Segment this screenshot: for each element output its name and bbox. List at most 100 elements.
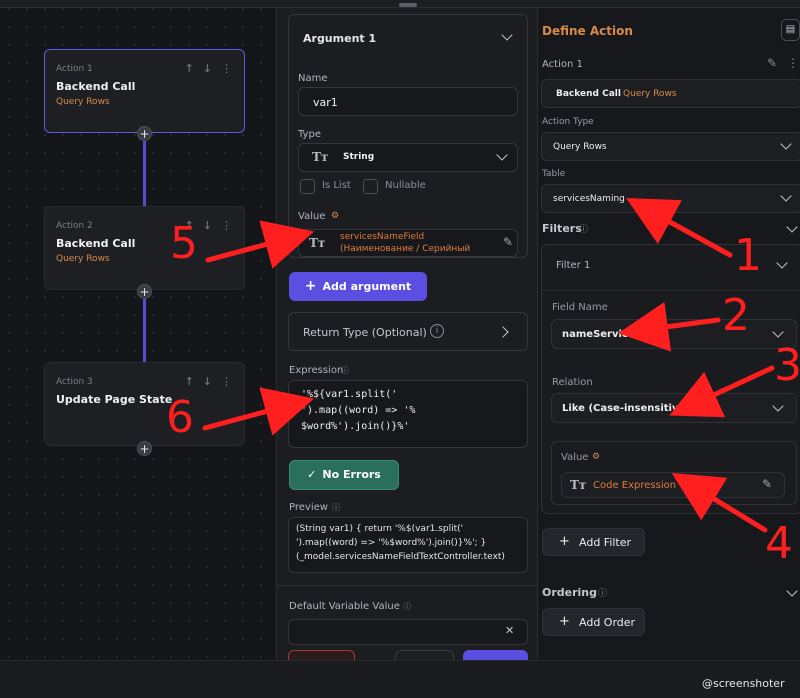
annotation-number-5: 5 — [170, 218, 198, 269]
flow-connector — [143, 299, 146, 363]
nullable-checkbox[interactable] — [363, 179, 378, 194]
return-type-label: Return Type (Optional) — [303, 326, 427, 339]
default-value-input[interactable]: ✕ — [288, 619, 528, 645]
return-type-row[interactable]: Return Type (Optional) i — [288, 312, 528, 351]
divider — [277, 585, 539, 586]
preview-line: (String var1) { return '%$(var1.split(' — [296, 524, 464, 534]
name-input[interactable]: var1 — [298, 87, 518, 116]
info-icon: ⓘ — [332, 503, 340, 512]
arrow-up-icon[interactable]: ↑ — [185, 375, 194, 388]
action-card-controls: ↑ ↓ ⋮ — [185, 62, 232, 75]
arrow-down-icon[interactable]: ↓ — [203, 219, 212, 232]
info-icon: i — [430, 324, 444, 338]
arrow-down-icon[interactable]: ↓ — [203, 375, 212, 388]
type-value: String — [343, 152, 375, 162]
action-type-select[interactable]: Query Rows — [541, 132, 800, 161]
info-icon: ⓘ — [403, 602, 411, 611]
chevron-down-icon[interactable] — [776, 257, 788, 269]
add-argument-label: Add argument — [322, 280, 412, 293]
plus-icon: + — [559, 614, 570, 629]
value-label: Value — [561, 452, 589, 463]
action-card-2[interactable]: Action 2 Backend Call Query Rows ↑ ↓ ⋮ — [44, 206, 245, 290]
watermark: @screenshoter — [702, 677, 785, 690]
add-node-button[interactable]: + — [137, 284, 152, 299]
plus-icon: + — [559, 534, 570, 549]
value-section: Value ⚙ Tт Code Expression ✎ — [551, 441, 797, 505]
action-value-accent: Query Rows — [623, 89, 677, 99]
chevron-down-icon — [496, 149, 508, 161]
more-vertical-icon[interactable]: ⋮ — [221, 62, 232, 75]
preview-box: (String var1) { return '%$(var1.split(' … — [288, 517, 528, 573]
type-select[interactable]: Tт String — [298, 143, 518, 172]
chevron-down-icon — [772, 400, 784, 412]
field-name-value: nameService — [562, 329, 635, 340]
document-icon[interactable]: ▤ — [781, 19, 800, 41]
chevron-down-icon[interactable] — [501, 29, 513, 41]
relation-select[interactable]: Like (Case-insensitive) — [551, 393, 797, 423]
flow-connector — [143, 141, 146, 207]
action-card-3[interactable]: Action 3 Update Page State ↑ ↓ ⋮ — [44, 362, 245, 446]
expression-editor[interactable]: '%${var1.split(' ').map((word) => '% $wo… — [288, 380, 528, 448]
action-card-controls: ↑ ↓ ⋮ — [185, 375, 232, 388]
value-line-2: (Наименование / Серийный — [340, 244, 471, 254]
edit-icon[interactable]: ✎ — [767, 56, 777, 70]
field-name-label: Field Name — [552, 302, 608, 313]
chevron-down-icon — [780, 138, 792, 150]
plus-icon: + — [304, 278, 317, 294]
drag-handle[interactable] — [399, 3, 417, 7]
preview-label: Preview — [289, 502, 328, 513]
info-icon: ⓘ — [579, 225, 589, 235]
chevron-down-icon — [772, 326, 784, 338]
edit-icon[interactable]: ✎ — [762, 477, 772, 491]
add-node-button[interactable]: + — [137, 441, 152, 456]
clear-icon[interactable]: ✕ — [505, 624, 514, 637]
variable-settings-icon[interactable]: ⚙ — [592, 452, 600, 462]
action-select[interactable]: Backend Call Query Rows — [541, 79, 800, 108]
table-select[interactable]: servicesNaming — [541, 184, 800, 213]
action-card-title: Update Page State — [56, 393, 173, 406]
info-icon: ⓘ — [341, 366, 349, 375]
text-type-icon: Tт — [312, 150, 329, 164]
panel-title: Define Action — [542, 24, 633, 38]
annotation-number-4: 4 — [765, 518, 793, 569]
argument-modal: Argument 1 Name var1 Type Tт String Is L… — [276, 3, 539, 698]
more-vertical-icon[interactable]: ⋮ — [787, 56, 799, 70]
field-name-select[interactable]: nameService — [551, 319, 797, 349]
default-value-label: Default Variable Value — [289, 601, 400, 612]
arrow-up-icon[interactable]: ↑ — [185, 62, 194, 75]
info-icon: ⓘ — [598, 589, 608, 599]
action-card-1[interactable]: Action 1 Backend Call Query Rows ↑ ↓ ⋮ — [44, 49, 245, 133]
add-argument-button[interactable]: + Add argument — [289, 272, 427, 301]
add-filter-button[interactable]: + Add Filter — [542, 528, 645, 556]
is-list-checkbox[interactable] — [300, 179, 315, 194]
variable-settings-icon[interactable]: ⚙ — [331, 211, 339, 221]
arrow-down-icon[interactable]: ↓ — [203, 62, 212, 75]
more-vertical-icon[interactable]: ⋮ — [221, 375, 232, 388]
edit-icon[interactable]: ✎ — [503, 235, 513, 249]
chevron-down-icon[interactable] — [786, 221, 798, 233]
add-node-button[interactable]: + — [137, 126, 152, 141]
value-input[interactable]: Tт Code Expression ✎ — [561, 472, 785, 498]
ordering-label: Ordering — [542, 586, 598, 599]
argument-section: Argument 1 Name var1 Type Tт String Is L… — [288, 14, 528, 258]
filters-label: Filters — [542, 222, 582, 235]
more-vertical-icon[interactable]: ⋮ — [221, 219, 232, 232]
check-icon: ✓ — [307, 468, 317, 481]
divider — [542, 290, 800, 291]
preview-line: ').map((word) => '%$word%').join()}%'; } — [296, 538, 487, 548]
expression-line: $word%').join()}%' — [301, 421, 410, 432]
value-input[interactable]: Tт servicesNameField (Наименование / Сер… — [298, 229, 518, 257]
annotation-number-3: 3 — [774, 340, 800, 391]
value-label: Value — [298, 211, 326, 222]
chevron-down-icon[interactable] — [786, 585, 798, 597]
action-value: Backend Call — [556, 89, 621, 99]
bottom-bar — [0, 660, 800, 698]
nullable-label: Nullable — [385, 180, 426, 191]
is-list-label: Is List — [322, 180, 351, 191]
table-label: Table — [542, 169, 566, 179]
no-errors-badge: ✓ No Errors — [289, 460, 399, 490]
type-label: Type — [298, 129, 321, 140]
add-order-button[interactable]: + Add Order — [542, 608, 645, 636]
filter-1-section: Filter 1 Field Name nameService Relation… — [541, 244, 800, 514]
annotation-number-6: 6 — [166, 392, 194, 443]
